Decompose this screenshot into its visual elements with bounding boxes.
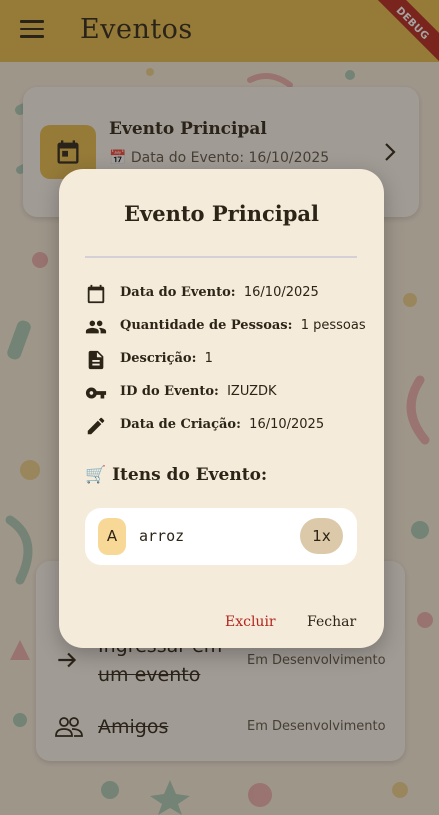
dialog-divider xyxy=(85,256,357,258)
info-value: 1 pessoas xyxy=(300,318,366,333)
item-quantity-chip: 1x xyxy=(300,518,343,554)
pencil-icon xyxy=(87,417,105,435)
item-name: arroz xyxy=(139,527,185,545)
people-icon xyxy=(85,320,107,334)
app-screen: Eventos DEBUG Evento Principal 📅 Data do… xyxy=(0,0,439,815)
info-label: Descrição: xyxy=(120,351,197,366)
dialog-title: Evento Principal xyxy=(124,201,319,226)
calendar-icon xyxy=(87,284,105,304)
info-label: Data do Evento: xyxy=(120,285,236,300)
info-value: 16/10/2025 xyxy=(243,285,319,300)
key-icon xyxy=(85,387,107,399)
items-section-title: 🛒 Itens do Evento: xyxy=(85,465,268,485)
info-label: Data de Criação: xyxy=(120,417,241,432)
event-details-dialog: Evento Principal Data do Evento: 16/10/2… xyxy=(59,169,384,648)
item-avatar: A xyxy=(98,518,126,555)
info-row-description: Descrição: 1 xyxy=(85,348,375,372)
info-value: 16/10/2025 xyxy=(249,417,325,432)
info-row-event-id: ID do Evento: IZUZDK xyxy=(85,381,375,405)
document-icon xyxy=(88,350,104,370)
info-value: 1 xyxy=(204,351,213,366)
info-label: ID do Evento: xyxy=(120,384,219,399)
info-row-event-date: Data do Evento: 16/10/2025 xyxy=(85,282,375,306)
close-button[interactable]: Fechar xyxy=(307,614,356,630)
list-item[interactable]: A arroz 1x xyxy=(85,508,357,565)
info-row-people-count: Quantidade de Pessoas: 1 pessoas xyxy=(85,315,375,339)
info-label: Quantidade de Pessoas: xyxy=(120,318,293,333)
info-row-created-date: Data de Criação: 16/10/2025 xyxy=(85,414,375,438)
info-value: IZUZDK xyxy=(227,384,277,399)
delete-button[interactable]: Excluir xyxy=(225,614,276,630)
